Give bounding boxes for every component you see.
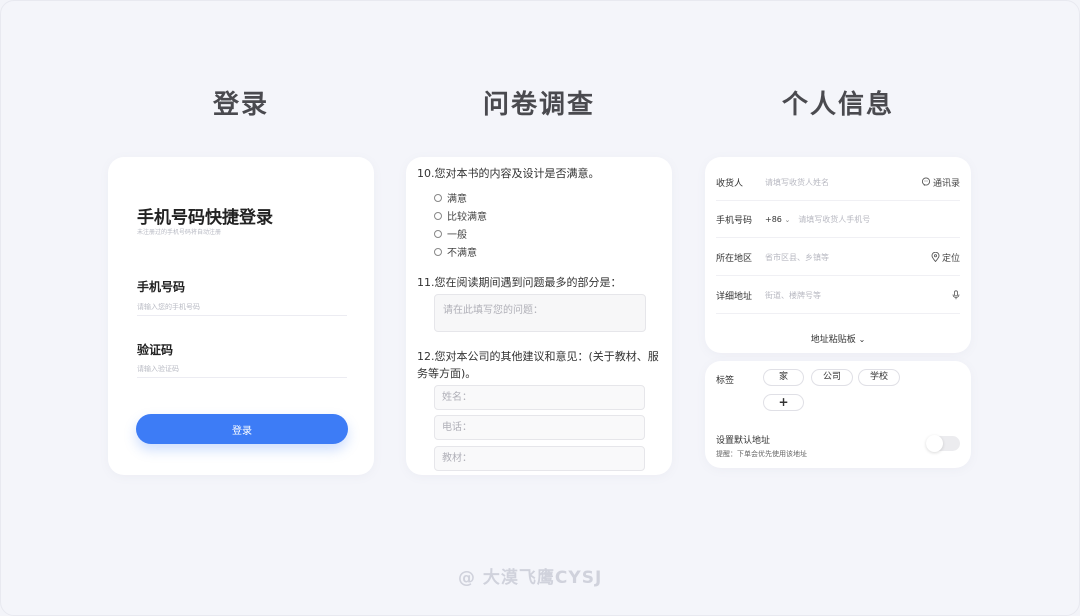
radio-icon[interactable] <box>434 229 442 238</box>
location-pin-icon <box>931 252 940 262</box>
phone-input[interactable] <box>137 298 347 316</box>
address-paste-board-toggle[interactable]: 地址粘贴板 ⌄ <box>705 332 971 345</box>
question-12: 12.您对本公司的其他建议和意见：(关于教材、服务等方面)。 <box>417 350 659 380</box>
option-satisfied[interactable]: 满意 <box>434 190 467 205</box>
default-address-toggle[interactable] <box>926 435 960 452</box>
name-input[interactable] <box>434 385 645 410</box>
recipient-input[interactable]: 请填写收货人姓名 <box>765 177 921 188</box>
contacts-button[interactable]: 通讯录 <box>921 176 960 189</box>
tag-school[interactable]: 学校 <box>858 369 900 386</box>
add-tag-button[interactable]: + <box>763 394 804 411</box>
tag-company[interactable]: 公司 <box>811 369 853 386</box>
question-10: 10.您对本书的内容及设计是否满意。 <box>417 167 600 180</box>
address-form-card: 收货人 请填写收货人姓名 通讯录 手机号码 +86 ⌄ 请填写收货人手机号 所在… <box>705 157 971 353</box>
info-phone-input[interactable]: 请填写收货人手机号 <box>798 214 960 225</box>
recipient-label: 收货人 <box>716 178 744 189</box>
phone-label: 手机号码 <box>137 280 186 294</box>
survey-card: 10.您对本书的内容及设计是否满意。 满意 比较满意 一般 不满意 11.您在阅… <box>406 157 672 475</box>
login-card: 手机号码快捷登录 未注册过的手机号码将自动注册 手机号码 验证码 登录 <box>108 157 374 475</box>
section-title-survey: 问卷调查 <box>482 90 595 120</box>
login-button[interactable]: 登录 <box>136 414 348 444</box>
region-row: 所在地区 省市区县、乡镇等 定位 <box>716 239 960 276</box>
radio-icon[interactable] <box>434 247 442 256</box>
microphone-icon <box>952 290 960 300</box>
option-average[interactable]: 一般 <box>434 226 467 241</box>
info-phone-label: 手机号码 <box>716 215 753 226</box>
chevron-down-icon: ⌄ <box>858 335 866 344</box>
tag-label: 标签 <box>716 376 735 386</box>
radio-icon[interactable] <box>434 211 442 220</box>
contacts-icon <box>921 177 931 186</box>
address-label: 详细地址 <box>716 291 753 302</box>
locate-button[interactable]: 定位 <box>931 251 960 264</box>
tag-card: 标签 家 公司 学校 + 设置默认地址 提醒：下单会优先使用该地址 <box>705 361 971 468</box>
region-label: 所在地区 <box>716 253 753 264</box>
question-11: 11.您在阅读期间遇到问题最多的部分是： <box>417 276 622 289</box>
code-input[interactable] <box>137 360 347 378</box>
code-label: 验证码 <box>137 343 174 357</box>
login-subtext: 未注册过的手机号码将自动注册 <box>137 229 222 236</box>
phone-row: 手机号码 +86 ⌄ 请填写收货人手机号 <box>716 201 960 238</box>
region-input[interactable]: 省市区县、乡镇等 <box>765 252 931 263</box>
option-unsatisfied[interactable]: 不满意 <box>434 244 477 259</box>
section-title-login: 登录 <box>212 90 269 120</box>
material-input[interactable] <box>434 446 645 471</box>
country-code-select[interactable]: +86 ⌄ <box>765 215 790 224</box>
section-title-info: 个人信息 <box>781 90 894 120</box>
option-fairly-satisfied[interactable]: 比较满意 <box>434 208 487 223</box>
phone-field[interactable] <box>434 415 645 440</box>
toggle-knob <box>926 435 943 452</box>
recipient-row: 收货人 请填写收货人姓名 通讯录 <box>716 164 960 201</box>
login-heading: 手机号码快捷登录 <box>137 208 273 228</box>
watermark: @ 大漠飞鹰CYSJ <box>458 568 603 588</box>
tag-home[interactable]: 家 <box>763 369 804 386</box>
radio-icon[interactable] <box>434 193 442 202</box>
chevron-down-icon: ⌄ <box>784 215 791 224</box>
problem-textarea[interactable] <box>434 294 646 332</box>
address-input[interactable]: 街道、楼牌号等 <box>765 290 952 301</box>
voice-input-button[interactable] <box>952 290 960 300</box>
address-row: 详细地址 街道、楼牌号等 <box>716 277 960 314</box>
default-address-hint: 提醒：下单会优先使用该地址 <box>716 450 807 458</box>
default-address-label: 设置默认地址 <box>716 436 771 446</box>
